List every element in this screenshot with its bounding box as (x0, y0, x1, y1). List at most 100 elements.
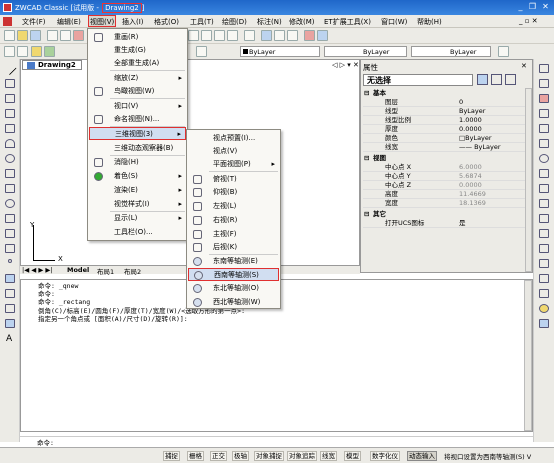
status-toggle[interactable]: 模型 (344, 451, 361, 461)
trim-icon[interactable] (539, 214, 549, 223)
collapse-icon[interactable]: ⊟ (364, 89, 369, 97)
3d-view-item[interactable]: 左视(L) (188, 200, 279, 213)
circle-icon[interactable] (5, 154, 15, 163)
zoom-prev-icon[interactable] (227, 30, 238, 41)
polygon-icon[interactable] (5, 109, 15, 118)
sun-icon[interactable] (44, 46, 55, 57)
command-scrollbar[interactable] (524, 280, 532, 431)
property-value[interactable]: 0.0000 (459, 125, 482, 133)
property-row[interactable]: 宽度 18.1369 (363, 199, 525, 208)
fillet-icon[interactable] (539, 289, 549, 298)
design-center-icon[interactable] (261, 30, 272, 41)
view-menu-item[interactable]: 命名视图(N)... (89, 113, 186, 126)
quick-select-icon[interactable] (505, 74, 516, 85)
property-category[interactable]: ⊟ 基本 (363, 89, 525, 98)
drawing-vscroll[interactable] (332, 68, 340, 268)
ellipse-icon[interactable] (5, 199, 15, 208)
point-icon[interactable] (8, 259, 12, 263)
property-row[interactable]: 图层 0 (363, 98, 525, 107)
3d-view-item[interactable]: 右视(R) (188, 214, 279, 227)
view-menu-item[interactable]: 鸟瞰视图(W) (89, 85, 186, 98)
sheet-icon[interactable] (287, 30, 298, 41)
zoom-window-icon[interactable] (214, 30, 225, 41)
property-row[interactable]: 中心点 Z 0.0000 (363, 181, 525, 190)
table-icon[interactable] (5, 319, 15, 328)
plot-style-icon[interactable] (498, 46, 509, 57)
property-value[interactable]: —— ByLayer (459, 143, 501, 151)
dbconnect-icon[interactable] (304, 30, 315, 41)
view-menu-item[interactable]: 视口(V) ▸ (89, 100, 186, 113)
scale-icon[interactable] (539, 169, 549, 178)
layer-manager-icon[interactable] (4, 46, 15, 57)
close-button[interactable]: ✕ (540, 2, 551, 12)
status-toggle[interactable]: 数字化仪 (370, 451, 400, 461)
view-menu-item[interactable]: 重生成(G) (89, 44, 186, 57)
property-value[interactable]: 0.0000 (459, 181, 482, 189)
lightbulb-icon[interactable] (31, 46, 42, 57)
erase-icon[interactable] (539, 64, 549, 73)
array-icon[interactable] (539, 124, 549, 133)
properties-close-button[interactable]: ✕ (521, 62, 527, 70)
mdi-window-controls[interactable]: _ ▫ ✕ (519, 17, 538, 25)
save-icon[interactable] (30, 30, 41, 41)
3d-view-item[interactable]: 仰视(B) (188, 186, 279, 199)
tab-model[interactable]: Model (67, 266, 89, 274)
3d-view-item[interactable]: 视点预置(I)... (188, 132, 279, 145)
drawing-window-controls[interactable]: ◁ ▷ ▾ ✕ (332, 61, 359, 69)
view-menu-item[interactable]: 显示(L) ▸ (89, 212, 186, 225)
new-icon[interactable] (4, 30, 15, 41)
region-icon[interactable] (5, 304, 15, 313)
copy-icon[interactable] (539, 79, 549, 88)
selection-dropdown[interactable]: 无选择 (363, 74, 473, 86)
3d-view-item[interactable]: 后视(K) (188, 241, 279, 254)
view-menu-item[interactable]: 三维视图(3) ▸ (89, 127, 186, 140)
3d-view-item[interactable]: 东北等轴测(O) (188, 282, 279, 295)
gradient-icon[interactable] (5, 289, 15, 298)
help-icon[interactable] (317, 30, 328, 41)
property-value[interactable]: 5.6874 (459, 172, 482, 180)
spline-icon[interactable] (5, 184, 15, 193)
3d-view-item[interactable]: 平面视图(P) ▸ (188, 158, 279, 171)
property-value[interactable]: 1.0000 (459, 116, 482, 124)
insert-block-icon[interactable] (5, 229, 15, 238)
polyline-icon[interactable] (5, 94, 15, 103)
view-menu-item[interactable]: 工具栏(O)... (89, 226, 186, 239)
3d-view-item[interactable]: 西南等轴测(S) (188, 268, 279, 281)
property-row[interactable]: 线宽 —— ByLayer (363, 143, 525, 152)
chamfer-icon[interactable] (539, 274, 549, 283)
explode-icon[interactable] (539, 304, 549, 313)
3d-view-item[interactable]: 俯视(T) (188, 173, 279, 186)
hatch-icon[interactable] (5, 274, 15, 283)
menu-draw[interactable]: 绘图(D) (222, 17, 247, 27)
property-row[interactable]: 颜色 □ByLayer (363, 134, 525, 143)
menu-window[interactable]: 窗口(W) (381, 17, 407, 27)
menu-dimension[interactable]: 标注(N) (257, 17, 282, 27)
property-value[interactable]: 6.0000 (459, 163, 482, 171)
property-value[interactable]: 是 (459, 219, 466, 227)
make-block-icon[interactable] (5, 244, 15, 253)
maximize-button[interactable]: ❐ (527, 2, 538, 12)
menu-view[interactable]: 视图(V) (88, 15, 117, 27)
view-menu-item[interactable]: 全部重生成(A) (89, 57, 186, 70)
menu-tools[interactable]: 工具(T) (190, 17, 214, 27)
drawing-tab[interactable]: Drawing2 (22, 60, 82, 70)
color-combo[interactable]: ByLayer (240, 46, 320, 57)
cut-icon[interactable] (73, 30, 84, 41)
offset-icon[interactable] (539, 109, 549, 118)
status-toggle[interactable]: 对象追踪 (287, 451, 317, 461)
view-menu-item[interactable]: 渲染(E) ▸ (89, 184, 186, 197)
property-row[interactable]: 线型比例 1.0000 (363, 116, 525, 125)
property-value[interactable]: 11.4669 (459, 190, 486, 198)
match-prop-icon[interactable] (539, 319, 549, 328)
view-menu-item[interactable]: 重画(R) (89, 31, 186, 44)
rectangle-icon[interactable] (5, 124, 15, 133)
menu-insert[interactable]: 插入(I) (122, 17, 144, 27)
xline-icon[interactable] (5, 79, 15, 88)
property-row[interactable]: 打开UCS图标 是 (363, 219, 525, 228)
layer-match-icon[interactable] (196, 46, 207, 57)
cloud-icon[interactable] (5, 169, 15, 178)
arc-icon[interactable] (5, 139, 15, 148)
menu-edit[interactable]: 编辑(E) (57, 17, 81, 27)
lineweight-combo[interactable]: ByLayer (411, 46, 491, 57)
mtext-icon[interactable]: A (6, 334, 16, 344)
